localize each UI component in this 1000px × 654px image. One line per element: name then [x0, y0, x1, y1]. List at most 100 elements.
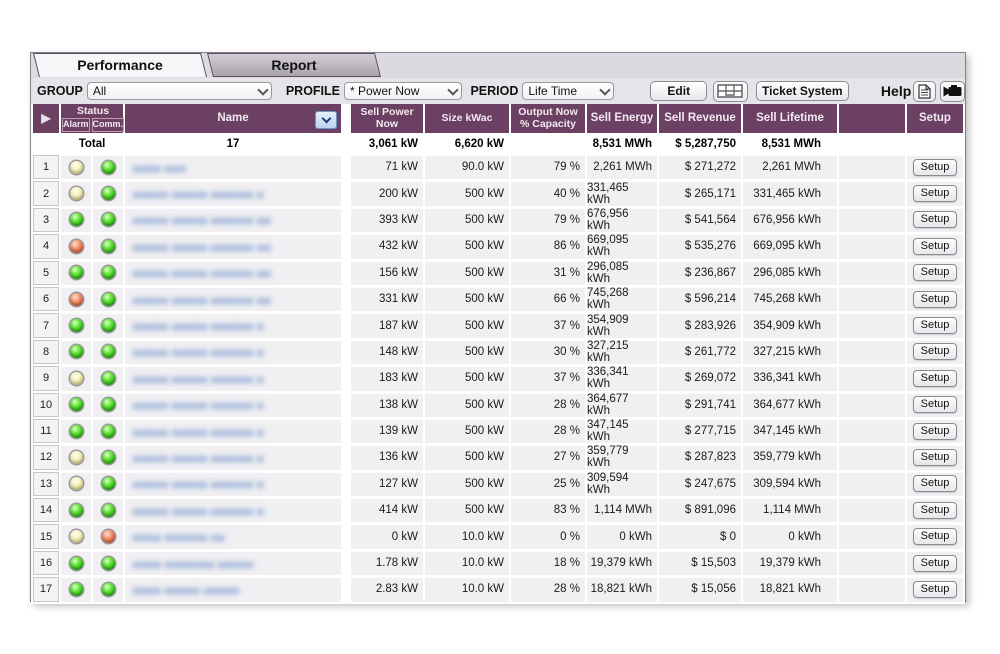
alarm-led-icon: [70, 293, 83, 306]
sell-energy-cell: 347,145 kWh: [587, 419, 657, 445]
setup-button[interactable]: Setup: [913, 528, 958, 545]
sell-power-cell: 393 kW: [351, 208, 423, 234]
table-row[interactable]: 9 ▅▅▅▅▅ ▅▅▅▅▅ ▅▅▅▅▅▅ ▅ 183 kW 500 kW 37 …: [33, 366, 963, 392]
size-cell: 500 kW: [425, 366, 509, 392]
table-row[interactable]: 16 ▅▅▅▅ ▅▅▅▅▅▅▅ ▅▅▅▅▅ 1.78 kW 10.0 kW 18…: [33, 551, 963, 577]
size-cell: 500 kW: [425, 287, 509, 313]
site-name-cell[interactable]: ▅▅▅▅▅ ▅▅▅▅▅ ▅▅▅▅▅▅ ▅: [125, 393, 341, 419]
table-row[interactable]: 6 ▅▅▅▅▅ ▅▅▅▅▅ ▅▅▅▅▅▅ ▅▅ 331 kW 500 kW 66…: [33, 287, 963, 313]
size-cell: 500 kW: [425, 419, 509, 445]
table-row[interactable]: 4 ▅▅▅▅▅ ▅▅▅▅▅ ▅▅▅▅▅▅ ▅▅ 432 kW 500 kW 86…: [33, 234, 963, 260]
sell-lifetime-header[interactable]: Sell Lifetime: [743, 104, 837, 133]
setup-button[interactable]: Setup: [913, 423, 958, 440]
help-document-button[interactable]: [913, 81, 936, 102]
table-row[interactable]: 3 ▅▅▅▅▅ ▅▅▅▅▅ ▅▅▅▅▅▅ ▅▅ 393 kW 500 kW 79…: [33, 208, 963, 234]
table-row[interactable]: 17 ▅▅▅▅ ▅▅▅▅▅ ▅▅▅▅▅ 2.83 kW 10.0 kW 28 %…: [33, 577, 963, 603]
size-header[interactable]: Size kWac: [425, 104, 509, 133]
site-name-redacted: ▅▅▅▅▅ ▅▅▅▅▅ ▅▅▅▅▅▅ ▅▅: [133, 215, 271, 224]
site-name-cell[interactable]: ▅▅▅▅▅ ▅▅▅▅▅ ▅▅▅▅▅▅ ▅▅: [125, 261, 341, 287]
site-name-cell[interactable]: ▅▅▅▅ ▅▅▅: [125, 155, 341, 181]
site-name-cell[interactable]: ▅▅▅▅ ▅▅▅▅▅▅▅ ▅▅▅▅▅: [125, 551, 341, 577]
setup-button[interactable]: Setup: [913, 396, 958, 413]
site-name-cell[interactable]: ▅▅▅▅ ▅▅▅▅▅▅ ▅▅: [125, 524, 341, 550]
site-name-cell[interactable]: ▅▅▅▅▅ ▅▅▅▅▅ ▅▅▅▅▅▅ ▅▅: [125, 208, 341, 234]
setup-button[interactable]: Setup: [913, 581, 958, 598]
output-capacity-cell: 83 %: [511, 498, 585, 524]
status-header: Status: [61, 104, 125, 118]
table-row[interactable]: 7 ▅▅▅▅▅ ▅▅▅▅▅ ▅▅▅▅▅▅ ▅ 187 kW 500 kW 37 …: [33, 313, 963, 339]
name-sort-button[interactable]: [315, 111, 337, 129]
profile-select[interactable]: * Power Now: [344, 82, 462, 100]
tab-report[interactable]: Report: [207, 53, 381, 77]
table-row[interactable]: 11 ▅▅▅▅▅ ▅▅▅▅▅ ▅▅▅▅▅▅ ▅ 139 kW 500 kW 28…: [33, 419, 963, 445]
output-header[interactable]: Output Now % Capacity: [511, 104, 585, 133]
tab-performance[interactable]: Performance: [33, 53, 207, 77]
row-number: 16: [33, 551, 59, 575]
spacer: [343, 393, 349, 419]
site-name-cell[interactable]: ▅▅▅▅▅ ▅▅▅▅▅ ▅▅▅▅▅▅ ▅: [125, 419, 341, 445]
setup-button[interactable]: Setup: [913, 502, 958, 519]
sell-energy-header[interactable]: Sell Energy: [587, 104, 657, 133]
sell-power-header[interactable]: Sell Power Now: [351, 104, 423, 133]
setup-button[interactable]: Setup: [913, 555, 958, 572]
setup-button[interactable]: Setup: [913, 475, 958, 492]
setup-button[interactable]: Setup: [913, 211, 958, 228]
toolbar: GROUP All PROFILE * Power Now PERIOD Lif…: [31, 78, 965, 104]
empty-cell: [907, 135, 963, 153]
empty-cell: [839, 234, 905, 260]
alarm-status-cell: [61, 155, 91, 181]
group-select[interactable]: All: [87, 82, 272, 100]
total-size: 6,620 kW: [425, 135, 509, 153]
setup-button[interactable]: Setup: [913, 317, 958, 334]
sell-revenue-cell: $ 541,564: [659, 208, 741, 234]
table-row[interactable]: 2 ▅▅▅▅▅ ▅▅▅▅▅ ▅▅▅▅▅▅ ▅ 200 kW 500 kW 40 …: [33, 181, 963, 207]
site-name-cell[interactable]: ▅▅▅▅▅ ▅▅▅▅▅ ▅▅▅▅▅▅ ▅: [125, 498, 341, 524]
help-video-button[interactable]: [940, 81, 965, 102]
ticket-system-button[interactable]: Ticket System: [756, 81, 849, 101]
comm-led-icon: [102, 213, 115, 226]
comm-led-icon: [102, 293, 115, 306]
edit-button[interactable]: Edit: [650, 81, 707, 101]
site-name-cell[interactable]: ▅▅▅▅▅ ▅▅▅▅▅ ▅▅▅▅▅▅ ▅: [125, 472, 341, 498]
table-row[interactable]: 8 ▅▅▅▅▅ ▅▅▅▅▅ ▅▅▅▅▅▅ ▅ 148 kW 500 kW 30 …: [33, 340, 963, 366]
table-row[interactable]: 1 ▅▅▅▅ ▅▅▅ 71 kW 90.0 kW 79 % 2,261 MWh …: [33, 155, 963, 181]
period-select[interactable]: Life Time: [522, 82, 614, 100]
table-row[interactable]: 14 ▅▅▅▅▅ ▅▅▅▅▅ ▅▅▅▅▅▅ ▅ 414 kW 500 kW 83…: [33, 498, 963, 524]
table-layout-button[interactable]: [713, 81, 747, 102]
setup-button[interactable]: Setup: [913, 264, 958, 281]
comm-status-cell: [93, 261, 123, 287]
table-row[interactable]: 15 ▅▅▅▅ ▅▅▅▅▅▅ ▅▅ 0 kW 10.0 kW 0 % 0 kWh…: [33, 524, 963, 550]
site-name-cell[interactable]: ▅▅▅▅▅ ▅▅▅▅▅ ▅▅▅▅▅▅ ▅: [125, 366, 341, 392]
table-row[interactable]: 5 ▅▅▅▅▅ ▅▅▅▅▅ ▅▅▅▅▅▅ ▅▅ 156 kW 500 kW 31…: [33, 261, 963, 287]
setup-button[interactable]: Setup: [913, 291, 958, 308]
table-row[interactable]: 13 ▅▅▅▅▅ ▅▅▅▅▅ ▅▅▅▅▅▅ ▅ 127 kW 500 kW 25…: [33, 472, 963, 498]
output-capacity-cell: 86 %: [511, 234, 585, 260]
setup-button[interactable]: Setup: [913, 370, 958, 387]
expand-arrow-icon[interactable]: ▶: [33, 104, 59, 133]
site-name-cell[interactable]: ▅▅▅▅▅ ▅▅▅▅▅ ▅▅▅▅▅▅ ▅: [125, 445, 341, 471]
setup-button[interactable]: Setup: [913, 238, 958, 255]
site-name-cell[interactable]: ▅▅▅▅▅ ▅▅▅▅▅ ▅▅▅▅▅▅ ▅: [125, 313, 341, 339]
site-name-redacted: ▅▅▅▅▅ ▅▅▅▅▅ ▅▅▅▅▅▅ ▅: [133, 347, 264, 356]
site-name-cell[interactable]: ▅▅▅▅▅ ▅▅▅▅▅ ▅▅▅▅▅▅ ▅▅: [125, 234, 341, 260]
site-name-cell[interactable]: ▅▅▅▅ ▅▅▅▅▅ ▅▅▅▅▅: [125, 577, 341, 603]
total-spacer: [33, 135, 59, 153]
sell-revenue-header[interactable]: Sell Revenue: [659, 104, 741, 133]
table-row[interactable]: 10 ▅▅▅▅▅ ▅▅▅▅▅ ▅▅▅▅▅▅ ▅ 138 kW 500 kW 28…: [33, 393, 963, 419]
site-name-cell[interactable]: ▅▅▅▅▅ ▅▅▅▅▅ ▅▅▅▅▅▅ ▅: [125, 340, 341, 366]
spacer: [343, 208, 349, 234]
sell-power-cell: 1.78 kW: [351, 551, 423, 577]
site-name-cell[interactable]: ▅▅▅▅▅ ▅▅▅▅▅ ▅▅▅▅▅▅ ▅▅: [125, 287, 341, 313]
site-name-cell[interactable]: ▅▅▅▅▅ ▅▅▅▅▅ ▅▅▅▅▅▅ ▅: [125, 181, 341, 207]
setup-cell: Setup: [907, 181, 963, 207]
name-header[interactable]: Name: [125, 104, 341, 133]
size-cell: 500 kW: [425, 208, 509, 234]
setup-button[interactable]: Setup: [913, 185, 958, 202]
site-name-redacted: ▅▅▅▅▅ ▅▅▅▅▅ ▅▅▅▅▅▅ ▅▅: [133, 242, 271, 251]
setup-cell: Setup: [907, 340, 963, 366]
table-row[interactable]: 12 ▅▅▅▅▅ ▅▅▅▅▅ ▅▅▅▅▅▅ ▅ 136 kW 500 kW 27…: [33, 445, 963, 471]
setup-button[interactable]: Setup: [913, 159, 958, 176]
setup-button[interactable]: Setup: [913, 343, 958, 360]
setup-button[interactable]: Setup: [913, 449, 958, 466]
spacer: [343, 366, 349, 392]
